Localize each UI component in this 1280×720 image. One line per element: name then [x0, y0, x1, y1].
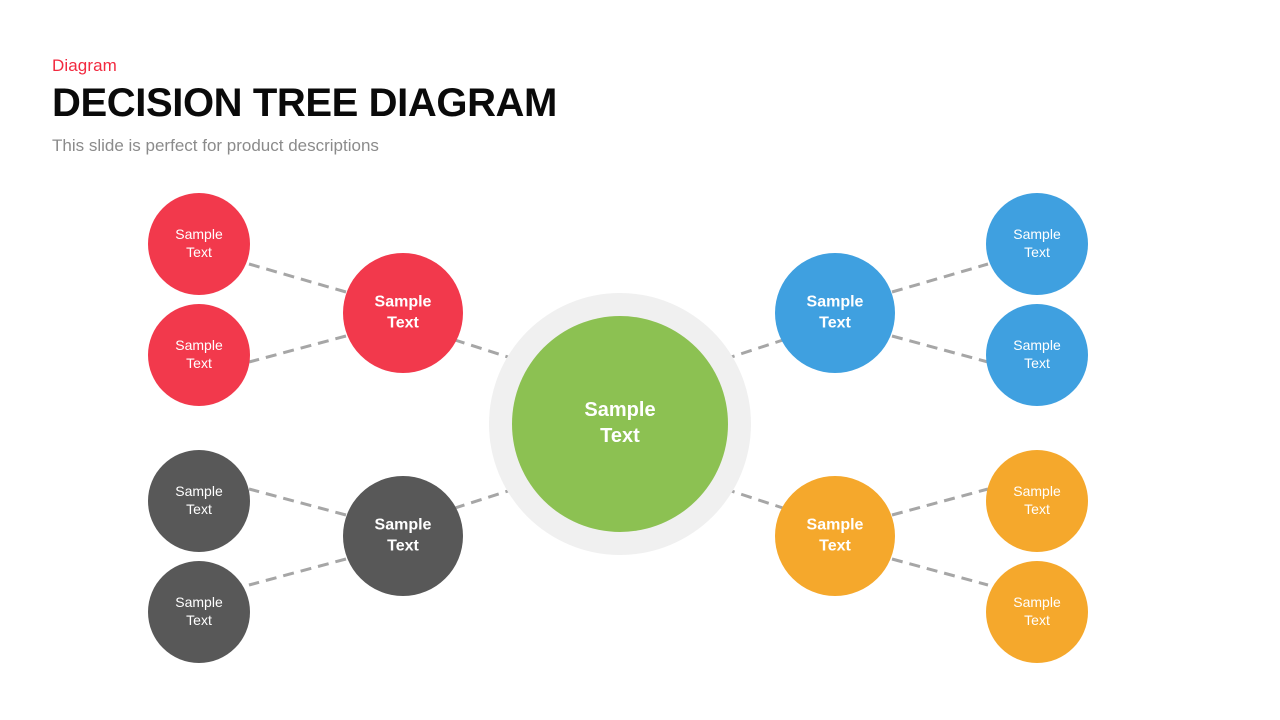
branch-blue-leaf-2[interactable]: Sample Text [986, 304, 1088, 406]
branch-blue: Sample TextSample TextSample Text [775, 193, 1088, 406]
branch-blue-mid[interactable]: Sample Text [775, 253, 895, 373]
branch-red-leaf-2[interactable]: Sample Text [148, 304, 250, 406]
branch-orange-leaf-2[interactable]: Sample Text [986, 561, 1088, 663]
connector-line [891, 557, 989, 587]
root-node-body-circle[interactable] [512, 316, 728, 532]
connector-line [891, 334, 989, 364]
branch-red-mid-circle[interactable] [343, 253, 463, 373]
root-node[interactable]: Sample Text [489, 293, 751, 555]
branch-gray-leaf-2[interactable]: Sample Text [148, 561, 250, 663]
slide-canvas: Diagram DECISION TREE DIAGRAM This slide… [0, 0, 1280, 720]
branch-gray-mid-circle[interactable] [343, 476, 463, 596]
branch-gray: Sample TextSample TextSample Text [148, 450, 463, 663]
branch-orange: Sample TextSample TextSample Text [775, 450, 1088, 663]
branch-red: Sample TextSample TextSample Text [148, 193, 463, 406]
branch-orange-mid-circle[interactable] [775, 476, 895, 596]
nodes-layer: Sample TextSample TextSample TextSample Text… [148, 193, 1088, 663]
decision-tree-diagram: Sample TextSample TextSample TextSample Text… [148, 193, 1088, 663]
connector-line [248, 262, 347, 294]
branch-gray-mid[interactable]: Sample Text [343, 476, 463, 596]
branch-blue-mid-circle[interactable] [775, 253, 895, 373]
branch-orange-leaf-1[interactable]: Sample Text [986, 450, 1088, 552]
connector-line [891, 262, 989, 294]
connector-line [248, 334, 347, 364]
connector-line [248, 557, 347, 587]
branch-orange-mid[interactable]: Sample Text [775, 476, 895, 596]
branch-red-leaf-1[interactable]: Sample Text [148, 193, 250, 295]
branch-gray-leaf-1[interactable]: Sample Text [148, 450, 250, 552]
connector-line [891, 487, 989, 517]
root-node-body[interactable]: Sample Text [512, 316, 728, 532]
branch-red-mid[interactable]: Sample Text [343, 253, 463, 373]
branch-blue-leaf-1[interactable]: Sample Text [986, 193, 1088, 295]
connector-line [248, 487, 347, 517]
